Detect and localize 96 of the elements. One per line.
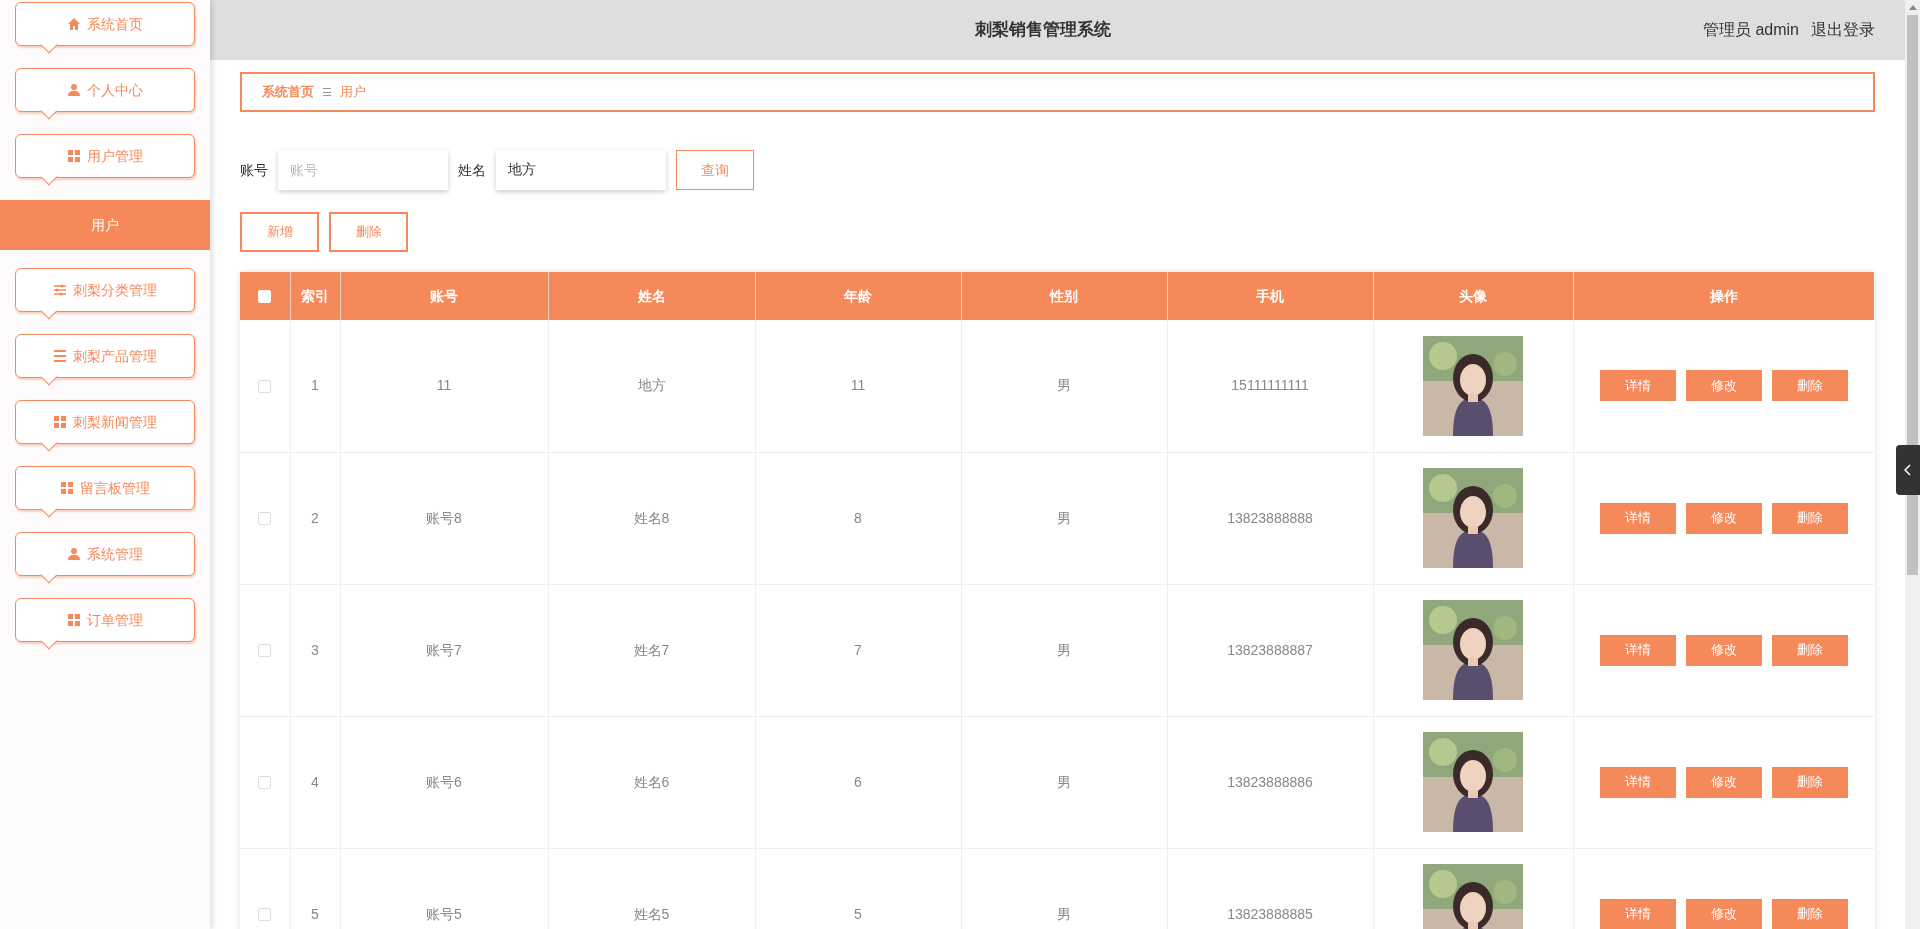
- table-cell: 13823888887: [1227, 641, 1313, 658]
- column-header: 年龄: [755, 272, 961, 320]
- table-cell: 1: [311, 377, 319, 394]
- scrollbar-thumb[interactable]: [1907, 15, 1918, 575]
- grid-icon: [67, 149, 81, 163]
- row-action-button[interactable]: 详情: [1599, 502, 1676, 534]
- table-cell: 15111111111: [1231, 377, 1309, 394]
- table-cell: 5: [311, 905, 319, 922]
- row-action-button[interactable]: 详情: [1599, 634, 1676, 666]
- column-header: 索引: [290, 272, 340, 320]
- sidebar-item[interactable]: 系统首页: [15, 2, 195, 46]
- breadcrumb-separator: ☰: [322, 84, 332, 100]
- table-cell: 3: [311, 641, 319, 658]
- row-action-button[interactable]: 详情: [1599, 898, 1676, 929]
- column-header: 姓名: [548, 272, 755, 320]
- sidebar-item[interactable]: 刺梨分类管理: [15, 268, 195, 312]
- scrollbar[interactable]: [1905, 0, 1920, 929]
- row-checkbox[interactable]: [258, 908, 272, 922]
- action-button[interactable]: 删除: [329, 212, 408, 252]
- table-cell: 7: [854, 641, 862, 658]
- table-cell: 男: [1057, 509, 1071, 526]
- person-icon: [67, 83, 81, 97]
- person-icon: [67, 547, 81, 561]
- collapse-tab[interactable]: [1896, 445, 1920, 495]
- row-action-button[interactable]: 修改: [1685, 370, 1762, 402]
- grid-icon: [60, 481, 74, 495]
- table-cell: 5: [854, 905, 862, 922]
- field-label: 账号: [240, 160, 268, 180]
- row-action-button[interactable]: 删除: [1771, 634, 1848, 666]
- column-header: 头像: [1373, 272, 1573, 320]
- table-cell: 13823888888: [1227, 509, 1313, 526]
- table-cell: 2: [311, 509, 319, 526]
- table-cell: 账号5: [426, 905, 462, 922]
- sidebar-item[interactable]: 刺梨产品管理: [15, 334, 195, 378]
- search-button[interactable]: 查询: [676, 150, 754, 190]
- app-title: 刺梨销售管理系统: [974, 19, 1111, 42]
- scroll-up-icon[interactable]: [1908, 5, 1917, 10]
- row-action-button[interactable]: 删除: [1771, 370, 1848, 402]
- row-action-button[interactable]: 删除: [1771, 898, 1848, 929]
- table-cell: 男: [1057, 905, 1071, 922]
- row-action-button[interactable]: 详情: [1599, 370, 1676, 402]
- table-cell: 地方: [637, 377, 666, 394]
- logout-link[interactable]: 退出登录: [1811, 18, 1875, 42]
- chevron-left-icon: [1904, 464, 1912, 476]
- row-action-button[interactable]: 删除: [1771, 766, 1848, 798]
- breadcrumb-link[interactable]: 系统首页: [262, 82, 314, 102]
- field-label: 姓名: [458, 160, 486, 180]
- column-header: 操作: [1573, 272, 1874, 320]
- row-checkbox[interactable]: [258, 776, 272, 790]
- table-cell: 账号7: [426, 641, 462, 658]
- table-cell: 姓名7: [633, 641, 670, 658]
- row-action-button[interactable]: 删除: [1771, 502, 1848, 534]
- table-cell: 13823888886: [1227, 773, 1313, 790]
- table-cell: 男: [1057, 641, 1071, 658]
- grid-icon: [67, 613, 81, 627]
- sidebar-item[interactable]: 用户: [0, 200, 210, 250]
- home-icon: [67, 17, 81, 31]
- sliders-icon: [53, 283, 67, 297]
- column-header: 性别: [961, 272, 1167, 320]
- row-action-button[interactable]: 修改: [1685, 766, 1762, 798]
- sidebar-item[interactable]: 留言板管理: [15, 466, 195, 510]
- table-cell: 男: [1057, 377, 1071, 394]
- action-button[interactable]: 新增: [240, 212, 319, 252]
- table-cell: 11: [850, 377, 866, 394]
- input-field[interactable]: 地方: [496, 150, 666, 190]
- sidebar-item[interactable]: 刺梨新闻管理: [15, 400, 195, 444]
- row-checkbox[interactable]: [258, 512, 272, 526]
- user-label: 管理员 admin: [1702, 20, 1799, 40]
- breadcrumb-current: 用户: [340, 83, 366, 102]
- row-checkbox[interactable]: [258, 380, 272, 394]
- table-cell: 姓名8: [633, 509, 670, 526]
- sidebar-item[interactable]: 用户管理: [15, 134, 195, 178]
- table-cell: 姓名5: [633, 905, 670, 922]
- table-cell: 6: [854, 773, 862, 790]
- sidebar-item[interactable]: 个人中心: [15, 68, 195, 112]
- table-cell: 姓名6: [633, 773, 670, 790]
- grid-icon: [53, 415, 67, 429]
- column-header: 账号: [340, 272, 548, 320]
- table-cell: 账号6: [426, 773, 462, 790]
- row-action-button[interactable]: 详情: [1599, 766, 1676, 798]
- table-cell: 男: [1057, 773, 1071, 790]
- column-header: 手机: [1167, 272, 1373, 320]
- row-action-button[interactable]: 修改: [1685, 898, 1762, 929]
- sidebar-item[interactable]: 系统管理: [15, 532, 195, 576]
- row-action-button[interactable]: 修改: [1685, 502, 1762, 534]
- select-all-checkbox[interactable]: [258, 290, 272, 304]
- sidebar-item[interactable]: 订单管理: [15, 598, 195, 642]
- table-cell: 账号8: [426, 509, 462, 526]
- table-cell: 8: [854, 509, 862, 526]
- table-cell: 4: [311, 773, 319, 790]
- table-cell: 11: [436, 377, 452, 394]
- table-cell: 13823888885: [1227, 905, 1313, 922]
- row-checkbox[interactable]: [258, 644, 272, 658]
- input-field[interactable]: 账号: [278, 150, 448, 190]
- row-action-button[interactable]: 修改: [1685, 634, 1762, 666]
- list-icon: [53, 349, 67, 363]
